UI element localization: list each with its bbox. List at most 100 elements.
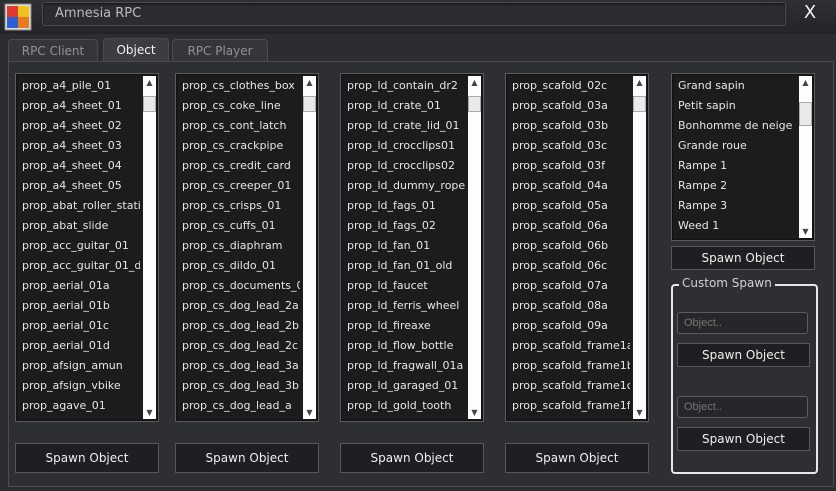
list-item[interactable]: prop_scafold_09a	[512, 316, 630, 336]
list-item[interactable]: prop_a4_pile_01	[22, 76, 140, 96]
list-item[interactable]: prop_cs_credit_card	[182, 156, 300, 176]
scroll-up-arrow-icon[interactable]: ▲	[633, 76, 646, 89]
custom-spawn-button-1[interactable]: Spawn Object	[677, 343, 810, 367]
list-item[interactable]: prop_scafold_03a	[512, 96, 630, 116]
scroll-down-arrow-icon[interactable]: ▼	[799, 225, 812, 238]
list-item[interactable]: prop_scafold_03f	[512, 156, 630, 176]
list-item[interactable]: Grand sapin	[678, 76, 796, 96]
list-item[interactable]: prop_acc_guitar_01_d1	[22, 256, 140, 276]
custom-spawn-button-2[interactable]: Spawn Object	[677, 427, 810, 451]
scroll-up-arrow-icon[interactable]: ▲	[143, 76, 156, 89]
scroll-thumb[interactable]	[303, 96, 316, 112]
scroll-down-arrow-icon[interactable]: ▼	[143, 406, 156, 419]
list-item[interactable]: Weed 1	[678, 216, 796, 236]
list-item[interactable]: prop_cs_dog_lead_3b	[182, 376, 300, 396]
list-item[interactable]: Bonhomme de neige	[678, 116, 796, 136]
tab-rpc-player[interactable]: RPC Player	[172, 39, 268, 62]
scroll-thumb[interactable]	[143, 96, 156, 112]
list-item[interactable]: prop_acc_guitar_01	[22, 236, 140, 256]
special-object-list[interactable]: Grand sapin Petit sapin Bonhomme de neig…	[671, 73, 815, 241]
spawn-special-object-button[interactable]: Spawn Object	[671, 246, 815, 270]
list-item[interactable]: prop_a4_sheet_05	[22, 176, 140, 196]
list-item[interactable]: prop_cs_dog_lead_a	[182, 396, 300, 416]
list-item[interactable]: prop_ld_fan_01_old	[347, 256, 465, 276]
list-item[interactable]: prop_ld_crate_01	[347, 96, 465, 116]
list-item[interactable]: prop_aerial_01a	[22, 276, 140, 296]
list-item[interactable]: prop_ld_fragwall_01a	[347, 356, 465, 376]
list-item[interactable]: prop_scafold_06c	[512, 256, 630, 276]
spawn-object-button-4[interactable]: Spawn Object	[505, 443, 649, 473]
scroll-thumb[interactable]	[468, 96, 481, 112]
list-item[interactable]: prop_scafold_02c	[512, 76, 630, 96]
list-item[interactable]: prop_agave_01	[22, 396, 140, 416]
list-item[interactable]: prop_ld_crocclips01	[347, 136, 465, 156]
list-item[interactable]: prop_scafold_frame1c	[512, 376, 630, 396]
list-item[interactable]: prop_cs_crackpipe	[182, 136, 300, 156]
list-item[interactable]: prop_a4_sheet_03	[22, 136, 140, 156]
list-item[interactable]: Rampe 3	[678, 196, 796, 216]
spawn-object-button-1[interactable]: Spawn Object	[15, 443, 159, 473]
list-item[interactable]: prop_ld_garaged_01	[347, 376, 465, 396]
spawn-object-button-3[interactable]: Spawn Object	[340, 443, 484, 473]
list-item[interactable]: prop_ld_gold_tooth	[347, 396, 465, 416]
list-item[interactable]: prop_scafold_frame1a	[512, 336, 630, 356]
list-item[interactable]: prop_ld_faucet	[347, 276, 465, 296]
scrollbar[interactable]: ▲ ▼	[633, 76, 646, 419]
list-item[interactable]: prop_cs_clothes_box	[182, 76, 300, 96]
list-item[interactable]: prop_a4_sheet_04	[22, 156, 140, 176]
scroll-up-arrow-icon[interactable]: ▲	[468, 76, 481, 89]
list-item[interactable]: Petit sapin	[678, 96, 796, 116]
list-item[interactable]: prop_abat_roller_static	[22, 196, 140, 216]
list-item[interactable]: prop_scafold_06b	[512, 236, 630, 256]
list-item[interactable]: prop_scafold_03b	[512, 116, 630, 136]
close-button[interactable]: X	[796, 2, 824, 24]
list-item[interactable]: prop_cs_dog_lead_2a	[182, 296, 300, 316]
custom-object-input-1[interactable]	[677, 312, 808, 334]
list-item[interactable]: prop_scafold_08a	[512, 296, 630, 316]
scroll-down-arrow-icon[interactable]: ▼	[633, 406, 646, 419]
object-list-2[interactable]: prop_cs_clothes_box prop_cs_coke_line pr…	[175, 73, 319, 422]
object-list-3[interactable]: prop_ld_contain_dr2 prop_ld_crate_01 pro…	[340, 73, 484, 422]
list-item[interactable]: prop_cs_crisps_01	[182, 196, 300, 216]
list-item[interactable]: prop_scafold_07a	[512, 276, 630, 296]
list-item[interactable]: prop_cs_diaphram	[182, 236, 300, 256]
list-item[interactable]: prop_cs_dildo_01	[182, 256, 300, 276]
list-item[interactable]: prop_a4_sheet_02	[22, 116, 140, 136]
list-item[interactable]: prop_ld_contain_dr2	[347, 76, 465, 96]
list-item[interactable]: prop_aerial_01d	[22, 336, 140, 356]
list-item[interactable]: prop_ld_dummy_rope	[347, 176, 465, 196]
custom-object-input-2[interactable]	[677, 396, 808, 418]
scroll-down-arrow-icon[interactable]: ▼	[303, 406, 316, 419]
list-item[interactable]: prop_ld_fireaxe	[347, 316, 465, 336]
list-item[interactable]: prop_cs_dog_lead_2c	[182, 336, 300, 356]
scrollbar[interactable]: ▲ ▼	[468, 76, 481, 419]
list-item[interactable]: prop_ld_fan_01	[347, 236, 465, 256]
list-item[interactable]: prop_cs_dog_lead_3a	[182, 356, 300, 376]
list-item[interactable]: prop_cs_cont_latch	[182, 116, 300, 136]
list-item[interactable]: prop_ld_ferris_wheel	[347, 296, 465, 316]
list-item[interactable]: prop_scafold_frame1f	[512, 396, 630, 416]
list-item[interactable]: prop_scafold_05a	[512, 196, 630, 216]
list-item[interactable]: prop_cs_documents_01	[182, 276, 300, 296]
list-item[interactable]: Grande roue	[678, 136, 796, 156]
scrollbar[interactable]: ▲ ▼	[143, 76, 156, 419]
list-item[interactable]: prop_ld_crocclips02	[347, 156, 465, 176]
list-item[interactable]: prop_scafold_04a	[512, 176, 630, 196]
object-list-4[interactable]: prop_scafold_02c prop_scafold_03a prop_s…	[505, 73, 649, 422]
list-item[interactable]: Rampe 1	[678, 156, 796, 176]
tab-object[interactable]: Object	[103, 38, 169, 62]
list-item[interactable]: prop_cs_creeper_01	[182, 176, 300, 196]
list-item[interactable]: prop_scafold_06a	[512, 216, 630, 236]
scroll-down-arrow-icon[interactable]: ▼	[468, 406, 481, 419]
scrollbar[interactable]: ▲ ▼	[799, 76, 812, 238]
object-list-1[interactable]: prop_a4_pile_01 prop_a4_sheet_01 prop_a4…	[15, 73, 159, 422]
list-item[interactable]: prop_ld_crate_lid_01	[347, 116, 465, 136]
list-item[interactable]: prop_afsign_vbike	[22, 376, 140, 396]
list-item[interactable]: prop_ld_fags_01	[347, 196, 465, 216]
scroll-thumb[interactable]	[799, 102, 812, 126]
list-item[interactable]: prop_scafold_frame1b	[512, 356, 630, 376]
spawn-object-button-2[interactable]: Spawn Object	[175, 443, 319, 473]
list-item[interactable]: prop_a4_sheet_01	[22, 96, 140, 116]
list-item[interactable]: prop_scafold_03c	[512, 136, 630, 156]
list-item[interactable]: prop_cs_dog_lead_2b	[182, 316, 300, 336]
